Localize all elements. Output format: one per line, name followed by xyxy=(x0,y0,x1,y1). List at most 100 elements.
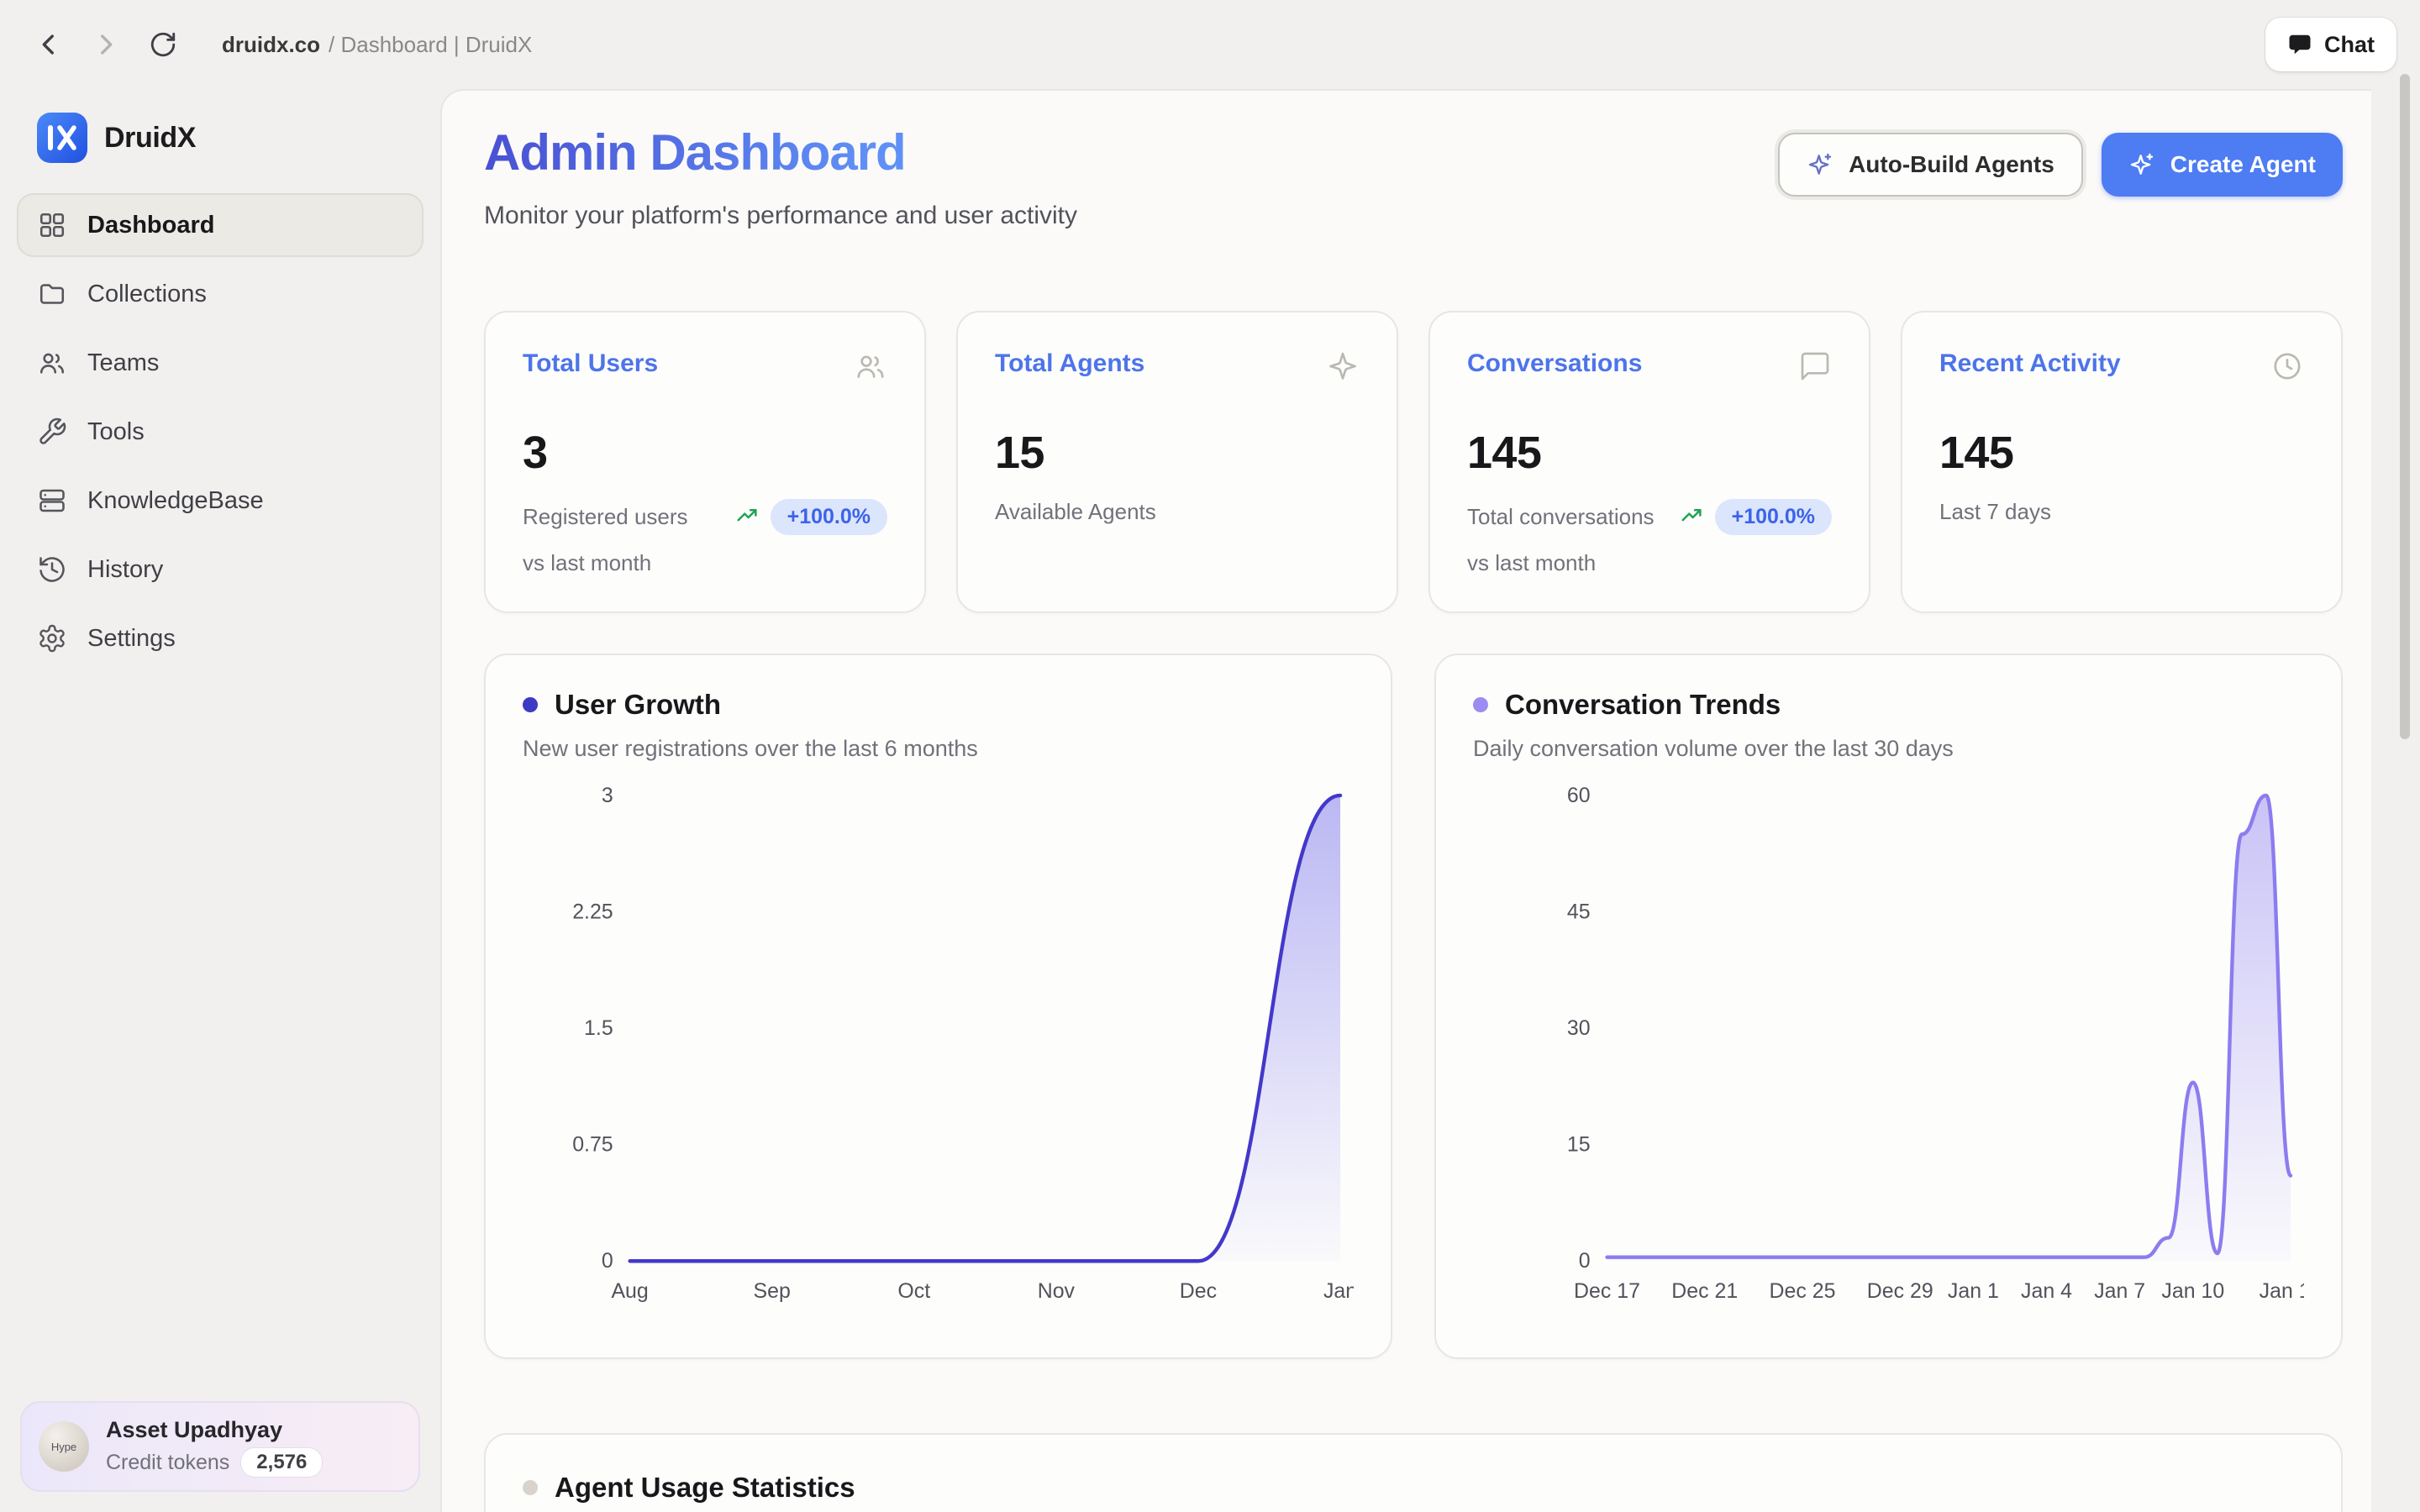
create-agent-button[interactable]: Create Agent xyxy=(2102,133,2343,197)
svg-text:60: 60 xyxy=(1567,784,1591,807)
chart-title: User Growth xyxy=(555,689,721,721)
svg-text:1.5: 1.5 xyxy=(584,1016,613,1040)
stat-card-total-users: Total Users 3 Registered users +100.0% v… xyxy=(484,311,926,613)
sidebar-item-tools[interactable]: Tools xyxy=(17,400,424,464)
folder-icon xyxy=(37,279,67,309)
svg-text:Jan 4: Jan 4 xyxy=(2021,1279,2072,1303)
svg-text:Aug: Aug xyxy=(611,1279,648,1303)
main-content: Admin Dashboard Monitor your platform's … xyxy=(440,89,2371,1512)
sparkle-icon xyxy=(2128,151,2155,178)
stats-row: Total Users 3 Registered users +100.0% v… xyxy=(484,311,2343,613)
svg-text:Dec 21: Dec 21 xyxy=(1671,1279,1738,1303)
trend-badge: +100.0% xyxy=(771,499,887,535)
svg-text:Jan 10: Jan 10 xyxy=(2161,1279,2224,1303)
stat-footnote: vs last month xyxy=(1467,550,1832,576)
create-agent-label: Create Agent xyxy=(2170,151,2316,178)
sidebar-nav: Dashboard Collections Teams Tools Knowle… xyxy=(0,176,440,687)
reload-button[interactable] xyxy=(138,19,188,70)
stat-value: 15 xyxy=(995,427,1360,479)
sidebar-item-label: KnowledgeBase xyxy=(87,487,264,515)
stat-label: Total conversations xyxy=(1467,504,1655,530)
stat-card-recent-activity: Recent Activity 145 Last 7 days xyxy=(1901,311,2343,613)
sidebar-item-label: Teams xyxy=(87,349,159,377)
svg-text:Jan 7: Jan 7 xyxy=(2094,1279,2145,1303)
svg-text:Jan: Jan xyxy=(1323,1279,1354,1303)
brand-name: DruidX xyxy=(104,122,196,155)
stat-footnote: vs last month xyxy=(523,550,887,576)
sidebar-item-history[interactable]: History xyxy=(17,538,424,601)
svg-text:Jan 1: Jan 1 xyxy=(1948,1279,1999,1303)
sidebar-item-teams[interactable]: Teams xyxy=(17,331,424,395)
user-profile-card[interactable]: Hype Asset Upadhyay Credit tokens 2,576 xyxy=(20,1401,420,1492)
auto-build-agents-button[interactable]: Auto-Build Agents xyxy=(1778,133,2083,197)
svg-text:Dec 17: Dec 17 xyxy=(1574,1279,1640,1303)
server-icon xyxy=(37,486,67,516)
credit-tokens-badge: 2,576 xyxy=(241,1448,322,1477)
users-icon xyxy=(854,349,887,390)
stat-value: 145 xyxy=(1939,427,2304,479)
sidebar-item-label: Dashboard xyxy=(87,212,214,239)
legend-dot xyxy=(1473,697,1488,712)
chart-title: Conversation Trends xyxy=(1505,689,1781,721)
address-bar[interactable]: druidx.co / Dashboard | DruidX xyxy=(222,32,532,58)
sparkles-icon xyxy=(1807,151,1833,178)
avatar: Hype xyxy=(39,1421,89,1472)
sidebar: DruidX Dashboard Collections Teams Tools… xyxy=(0,89,440,1512)
svg-text:Dec 29: Dec 29 xyxy=(1867,1279,1933,1303)
druidx-logo-icon xyxy=(37,113,87,163)
sidebar-item-collections[interactable]: Collections xyxy=(17,262,424,326)
svg-text:30: 30 xyxy=(1567,1016,1591,1040)
sidebar-item-knowledgebase[interactable]: KnowledgeBase xyxy=(17,469,424,533)
users-icon xyxy=(37,348,67,378)
chat-button-label: Chat xyxy=(2324,32,2375,58)
sidebar-item-dashboard[interactable]: Dashboard xyxy=(17,193,424,257)
forward-button[interactable] xyxy=(81,19,131,70)
wrench-icon xyxy=(37,417,67,447)
svg-text:Nov: Nov xyxy=(1038,1279,1076,1303)
user-growth-card: User Growth New user registrations over … xyxy=(484,654,1392,1359)
page-header: Admin Dashboard Monitor your platform's … xyxy=(484,124,2343,230)
stat-card-conversations: Conversations 145 Total conversations +1… xyxy=(1428,311,1870,613)
svg-text:15: 15 xyxy=(1567,1133,1591,1157)
sidebar-item-label: Collections xyxy=(87,281,207,308)
stat-label: Available Agents xyxy=(995,499,1156,525)
chart-subtitle: New user registrations over the last 6 m… xyxy=(523,736,1354,762)
agent-usage-card: Agent Usage Statistics xyxy=(484,1433,2343,1512)
stat-title: Recent Activity xyxy=(1939,349,2121,378)
svg-text:0: 0 xyxy=(602,1249,613,1273)
brand[interactable]: DruidX xyxy=(0,89,440,176)
stat-value: 3 xyxy=(523,427,887,479)
svg-text:Jan 14: Jan 14 xyxy=(2260,1279,2304,1303)
clock-icon xyxy=(2270,349,2304,390)
svg-text:3: 3 xyxy=(602,784,613,807)
trend-badge: +100.0% xyxy=(1715,499,1832,535)
user-growth-chart: 00.751.52.253AugSepOctNovDecJan xyxy=(523,775,1354,1311)
sidebar-item-settings[interactable]: Settings xyxy=(17,606,424,670)
sidebar-item-label: History xyxy=(87,556,163,584)
url-path: / Dashboard | DruidX xyxy=(329,32,532,58)
reload-icon xyxy=(149,30,177,59)
chart-subtitle: Daily conversation volume over the last … xyxy=(1473,736,2304,762)
svg-text:0.75: 0.75 xyxy=(572,1133,613,1157)
conversation-trends-card: Conversation Trends Daily conversation v… xyxy=(1434,654,2343,1359)
message-square-icon xyxy=(1798,349,1832,390)
svg-text:45: 45 xyxy=(1567,900,1591,923)
gear-icon xyxy=(37,623,67,654)
page-title: Admin Dashboard xyxy=(484,124,1077,181)
stat-label: Last 7 days xyxy=(1939,499,2051,525)
stat-title: Conversations xyxy=(1467,349,1642,378)
forward-icon xyxy=(92,30,120,59)
url-host: druidx.co xyxy=(222,32,320,58)
back-button[interactable] xyxy=(24,19,74,70)
user-name: Asset Upadhyay xyxy=(106,1416,322,1443)
stat-label: Registered users xyxy=(523,504,688,530)
sidebar-item-label: Tools xyxy=(87,418,145,446)
section-title: Agent Usage Statistics xyxy=(555,1472,855,1504)
page-scrollbar[interactable] xyxy=(2400,74,2410,739)
back-icon xyxy=(34,30,63,59)
stat-title: Total Agents xyxy=(995,349,1144,378)
auto-build-agents-label: Auto-Build Agents xyxy=(1849,151,2054,178)
chat-button[interactable]: Chat xyxy=(2265,18,2396,71)
stat-card-total-agents: Total Agents 15 Available Agents xyxy=(956,311,1398,613)
svg-text:Dec: Dec xyxy=(1180,1279,1217,1303)
